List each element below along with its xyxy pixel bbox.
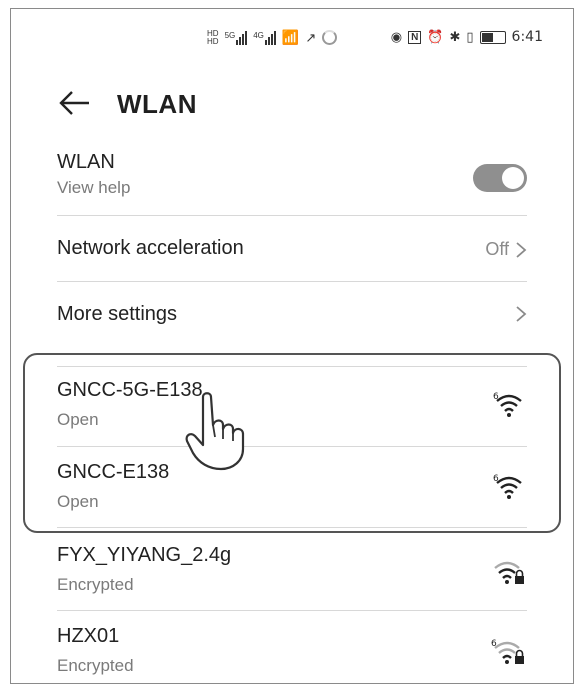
network-acceleration-row[interactable]: Network acceleration	[57, 237, 527, 260]
pointing-hand-icon	[185, 392, 245, 471]
chevron-right-icon	[516, 241, 527, 258]
vibrate-icon: ▯	[466, 29, 474, 44]
divider	[57, 215, 527, 216]
network-ssid: GNCC-E138	[57, 461, 170, 483]
battery-icon	[479, 30, 506, 44]
hd-icon: HD HD	[207, 28, 219, 46]
wifi-locked-icon: 6	[491, 639, 524, 664]
wifi-6-icon: 6	[493, 474, 522, 499]
wifi-6-icon: 6	[493, 392, 522, 417]
network-acceleration-value-group[interactable]: Off	[485, 239, 527, 260]
network-status: Open	[57, 492, 99, 511]
wifi-status-icon: 📶	[281, 29, 300, 45]
status-left: HD HD 5G 4G 📶 ↗	[207, 28, 338, 46]
divider	[57, 366, 527, 367]
divider	[57, 527, 527, 528]
network-ssid: HZX01	[57, 625, 120, 647]
signal-4g-icon: 4G	[253, 30, 276, 45]
back-arrow-icon[interactable]	[59, 91, 91, 115]
wlan-label: WLAN	[57, 151, 115, 173]
missed-call-icon: ↗	[305, 29, 317, 45]
divider	[57, 281, 527, 282]
wlan-switch[interactable]	[473, 164, 527, 192]
more-settings-label: More settings	[57, 303, 178, 325]
net-4g-label: 4G	[253, 30, 264, 40]
network-status: Open	[57, 410, 99, 429]
bluetooth-icon: ✱	[449, 29, 461, 44]
view-help-link[interactable]: View help	[57, 178, 527, 198]
wlan-toggle-row[interactable]: WLAN View help	[57, 151, 527, 198]
alarm-icon: ⏰	[427, 29, 444, 44]
network-ssid: GNCC-5G-E138	[57, 379, 203, 401]
network-item[interactable]: FYX_YIYANG_2.4g Encrypted	[57, 544, 527, 595]
network-acceleration-label: Network acceleration	[57, 237, 244, 259]
network-status: Encrypted	[57, 575, 134, 594]
more-settings-chevron-group[interactable]	[515, 305, 527, 323]
network-ssid: FYX_YIYANG_2.4g	[57, 544, 232, 566]
status-right: ◉ N ⏰ ✱ ▯ 6:41	[391, 29, 543, 45]
loading-icon	[322, 30, 338, 45]
signal-5g-icon: 5G	[224, 30, 248, 45]
network-status: Encrypted	[57, 656, 134, 675]
network-item[interactable]: HZX01 Encrypted	[57, 625, 527, 676]
nfc-icon: N	[408, 30, 422, 44]
eye-icon: ◉	[390, 29, 403, 44]
network-item[interactable]: GNCC-5G-E138 Open	[57, 379, 527, 430]
divider	[57, 446, 527, 447]
page-title: WLAN	[117, 89, 197, 119]
chevron-right-icon	[516, 306, 527, 322]
network-item[interactable]: GNCC-E138 Open	[57, 461, 527, 512]
switch-knob	[502, 167, 524, 189]
network-acceleration-value: Off	[485, 239, 509, 259]
clock: 6:41	[511, 29, 543, 45]
wifi-locked-icon	[494, 561, 524, 584]
page-header: WLAN	[11, 77, 573, 127]
status-bar: HD HD 5G 4G 📶 ↗ ◉ N ⏰ ✱ ▯ 6:41	[11, 9, 573, 69]
phone-screen: HD HD 5G 4G 📶 ↗ ◉ N ⏰ ✱ ▯ 6:41 WLAN WLAN…	[10, 8, 574, 684]
more-settings-row[interactable]: More settings	[57, 303, 527, 326]
net-5g-label: 5G	[224, 30, 236, 40]
divider	[57, 610, 527, 611]
